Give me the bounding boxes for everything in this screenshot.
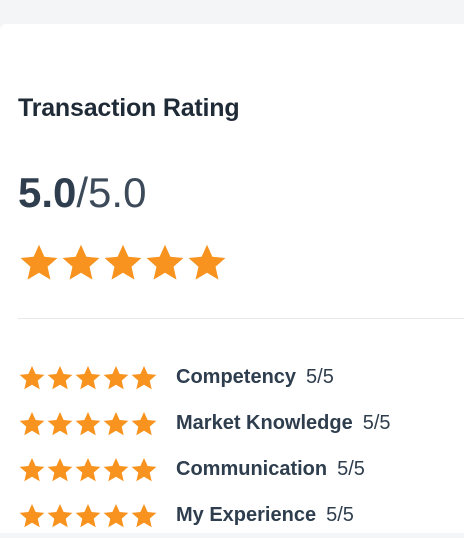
star-icon	[130, 410, 158, 437]
star-icon	[18, 502, 46, 529]
star-icon	[102, 364, 130, 391]
category-ratings-list: Competency 5/5 Market Knowledge 5/5 Communic…	[18, 354, 391, 538]
star-icon	[18, 456, 46, 483]
star-icon	[46, 364, 74, 391]
category-label: Communication	[176, 457, 328, 480]
star-icon	[144, 242, 186, 282]
star-icon	[74, 364, 102, 391]
transaction-rating-card: Transaction Rating 5.0/5.0 Competency 5/5…	[0, 24, 464, 533]
category-score: 5/5	[362, 411, 391, 434]
category-row: Market Knowledge 5/5	[18, 400, 391, 446]
star-icon	[18, 410, 46, 437]
category-label: Competency	[176, 365, 297, 388]
star-icon	[74, 456, 102, 483]
category-row: My Experience 5/5	[18, 492, 391, 538]
category-label: My Experience	[176, 503, 317, 526]
star-icon	[102, 456, 130, 483]
star-icon	[186, 242, 228, 282]
category-stars	[18, 364, 160, 391]
card-title: Transaction Rating	[18, 94, 240, 122]
category-row: Competency 5/5	[18, 354, 391, 400]
category-stars	[18, 502, 160, 529]
category-score: 5/5	[326, 503, 354, 526]
star-icon	[60, 242, 102, 282]
star-icon	[102, 242, 144, 282]
star-icon	[46, 410, 74, 437]
divider	[18, 318, 464, 319]
overall-stars	[18, 242, 228, 282]
star-icon	[130, 502, 158, 529]
star-icon	[130, 456, 158, 483]
overall-score: 5.0	[18, 169, 77, 216]
category-label: Market Knowledge	[176, 411, 353, 434]
star-icon	[130, 364, 158, 391]
category-row: Communication 5/5	[18, 446, 391, 492]
star-icon	[46, 502, 74, 529]
category-score: 5/5	[306, 365, 334, 388]
overall-max: /5.0	[76, 169, 147, 216]
category-stars	[18, 410, 160, 437]
category-stars	[18, 456, 160, 483]
star-icon	[102, 410, 130, 437]
category-score: 5/5	[337, 457, 365, 480]
star-icon	[102, 502, 130, 529]
star-icon	[74, 502, 102, 529]
star-icon	[18, 364, 46, 391]
overall-rating: 5.0/5.0	[18, 172, 146, 214]
star-icon	[18, 242, 60, 282]
star-icon	[74, 410, 102, 437]
star-icon	[46, 456, 74, 483]
